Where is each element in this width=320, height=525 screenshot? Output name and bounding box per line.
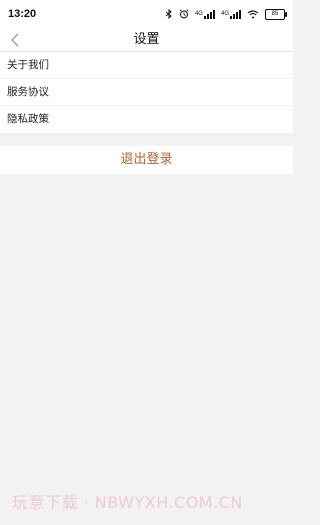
- wifi-icon: [247, 9, 259, 19]
- status-icons: 4G 4G 85: [165, 8, 287, 20]
- signal-icon: 4G: [194, 9, 215, 19]
- menu-item-privacy-policy[interactable]: 隐私政策: [0, 106, 293, 133]
- battery-icon: 85: [265, 8, 287, 20]
- bluetooth-icon: [165, 9, 173, 19]
- network-label: 4G: [194, 11, 203, 17]
- logout-button[interactable]: 退出登录: [0, 146, 293, 174]
- settings-menu: 关于我们 服务协议 隐私政策: [0, 52, 293, 133]
- signal-icon: 4G: [220, 9, 241, 19]
- alarm-icon: [179, 9, 189, 19]
- network-label: 4G: [220, 11, 229, 17]
- page-title: 设置: [133, 32, 160, 47]
- watermark: 玩意下载 · NBWYXH.COM.CN: [12, 493, 243, 512]
- menu-item-service-agreement[interactable]: 服务协议: [0, 79, 293, 106]
- status-time: 13:20: [8, 8, 37, 20]
- battery-level: 85: [271, 11, 279, 17]
- navigation-bar: 设置: [0, 28, 293, 52]
- menu-item-about-us[interactable]: 关于我们: [0, 52, 293, 79]
- status-bar: 13:20 4G 4G 85: [0, 0, 293, 28]
